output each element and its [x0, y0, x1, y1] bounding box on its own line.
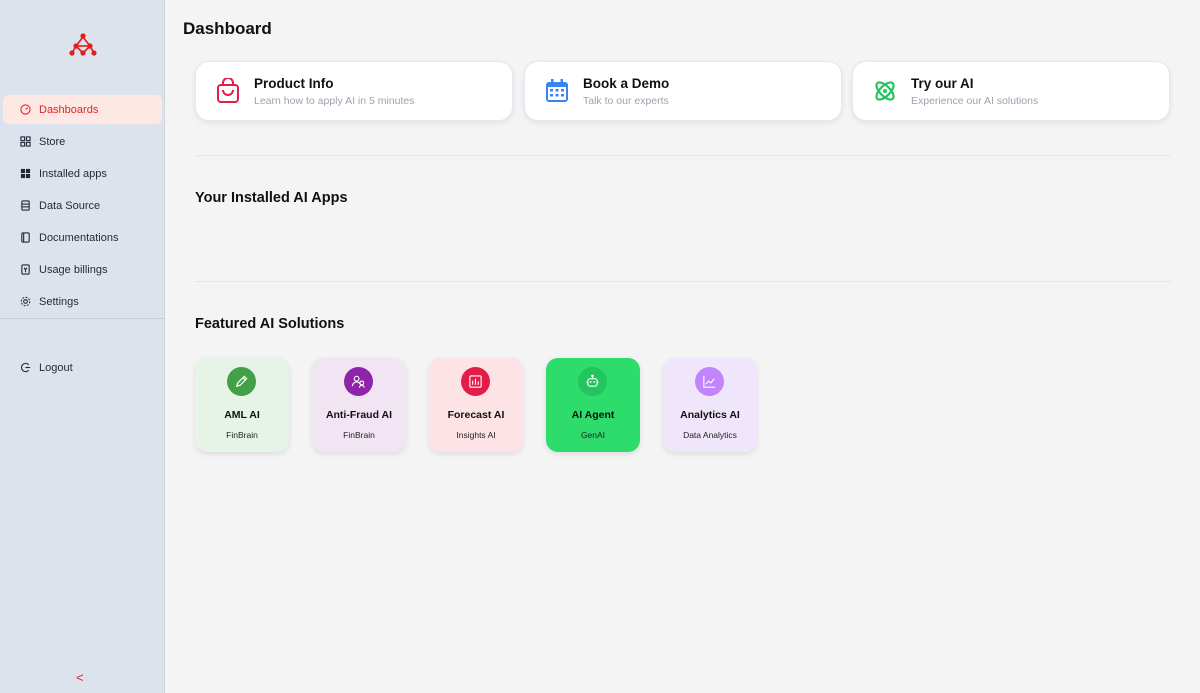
gauge-icon [20, 104, 31, 115]
sidebar-item-store[interactable]: Store [3, 127, 162, 156]
sidebar-item-label: Installed apps [39, 167, 107, 180]
quick-link-subtitle: Talk to our experts [583, 94, 669, 107]
users-icon [344, 367, 373, 396]
sidebar-item-documentations[interactable]: Documentations [3, 223, 162, 252]
sidebar-item-dashboards[interactable]: Dashboards [3, 95, 162, 124]
sidebar-item-usage-billings[interactable]: Usage billings [3, 255, 162, 284]
quick-link-try-ai[interactable]: Try our AI Experience our AI solutions [852, 61, 1170, 121]
trend-chart-icon [695, 367, 724, 396]
sidebar-item-settings[interactable]: Settings [3, 287, 162, 316]
logout-icon [20, 362, 31, 373]
receipt-icon [20, 264, 31, 275]
brand-logo-icon[interactable] [68, 31, 98, 59]
sidebar-item-label: Dashboards [39, 103, 99, 116]
featured-card-aml-ai[interactable]: AML AI FinBrain [195, 358, 289, 452]
featured-card-category: Insights AI [456, 430, 496, 440]
quick-link-title: Product Info [254, 75, 334, 91]
logout-label: Logout [39, 361, 73, 374]
grid-icon [20, 136, 31, 147]
featured-card-ai-agent[interactable]: AI Agent GenAI [546, 358, 640, 452]
sidebar-divider [0, 318, 165, 319]
featured-card-category: FinBrain [226, 430, 258, 440]
featured-card-forecast-ai[interactable]: Forecast AI Insights AI [429, 358, 523, 452]
featured-card-analytics-ai[interactable]: Analytics AI Data Analytics [663, 358, 757, 452]
book-icon [20, 232, 31, 243]
featured-card-anti-fraud-ai[interactable]: Anti-Fraud AI FinBrain [312, 358, 406, 452]
chevron-left-icon: < [76, 670, 84, 685]
atom-icon [872, 78, 898, 104]
sidebar-item-label: Usage billings [39, 263, 108, 276]
page-title: Dashboard [183, 19, 272, 38]
main-content: Dashboard Product Info Learn how to appl… [165, 0, 1200, 693]
collapse-sidebar-button[interactable]: < [76, 670, 90, 685]
sidebar: Dashboards Store Installed apps Data Sou… [0, 0, 165, 693]
quick-link-subtitle: Experience our AI solutions [911, 94, 1039, 107]
logout-button[interactable]: Logout [3, 353, 162, 382]
apps-icon [20, 168, 31, 179]
sidebar-item-label: Store [39, 135, 66, 148]
quick-link-book-demo[interactable]: Book a Demo Talk to our experts [524, 61, 842, 121]
featured-card-name: Anti-Fraud AI [325, 409, 393, 421]
featured-card-category: GenAI [580, 430, 606, 440]
sidebar-nav: Dashboards Store Installed apps Data Sou… [0, 95, 165, 319]
section-divider [195, 155, 1171, 156]
section-divider [195, 281, 1171, 282]
sidebar-item-data-source[interactable]: Data Source [3, 191, 162, 220]
sidebar-item-label: Data Source [39, 199, 101, 212]
bar-chart-icon [461, 367, 490, 396]
featured-card-category: FinBrain [343, 430, 375, 440]
calendar-icon [544, 78, 570, 104]
featured-card-name: AML AI [224, 409, 260, 421]
pencil-icon [227, 367, 256, 396]
quick-link-product-info[interactable]: Product Info Learn how to apply AI in 5 … [195, 61, 513, 121]
database-icon [20, 200, 31, 211]
featured-solutions-heading: Featured AI Solutions [195, 316, 345, 332]
installed-apps-heading: Your Installed AI Apps [195, 190, 348, 206]
quick-link-title: Try our AI [911, 75, 974, 91]
sidebar-item-label: Documentations [39, 231, 119, 244]
gear-icon [20, 296, 31, 307]
sidebar-item-installed-apps[interactable]: Installed apps [3, 159, 162, 188]
shopping-bag-icon [215, 78, 241, 104]
sidebar-item-label: Settings [39, 295, 79, 308]
featured-card-category: Data Analytics [683, 430, 737, 440]
featured-card-name: AI Agent [571, 409, 615, 421]
featured-card-name: Analytics AI [680, 409, 740, 421]
robot-icon [578, 367, 607, 396]
logout-section: Logout [0, 353, 165, 385]
featured-card-name: Forecast AI [447, 409, 505, 421]
quick-link-subtitle: Learn how to apply AI in 5 minutes [254, 94, 415, 107]
quick-link-title: Book a Demo [583, 75, 670, 91]
